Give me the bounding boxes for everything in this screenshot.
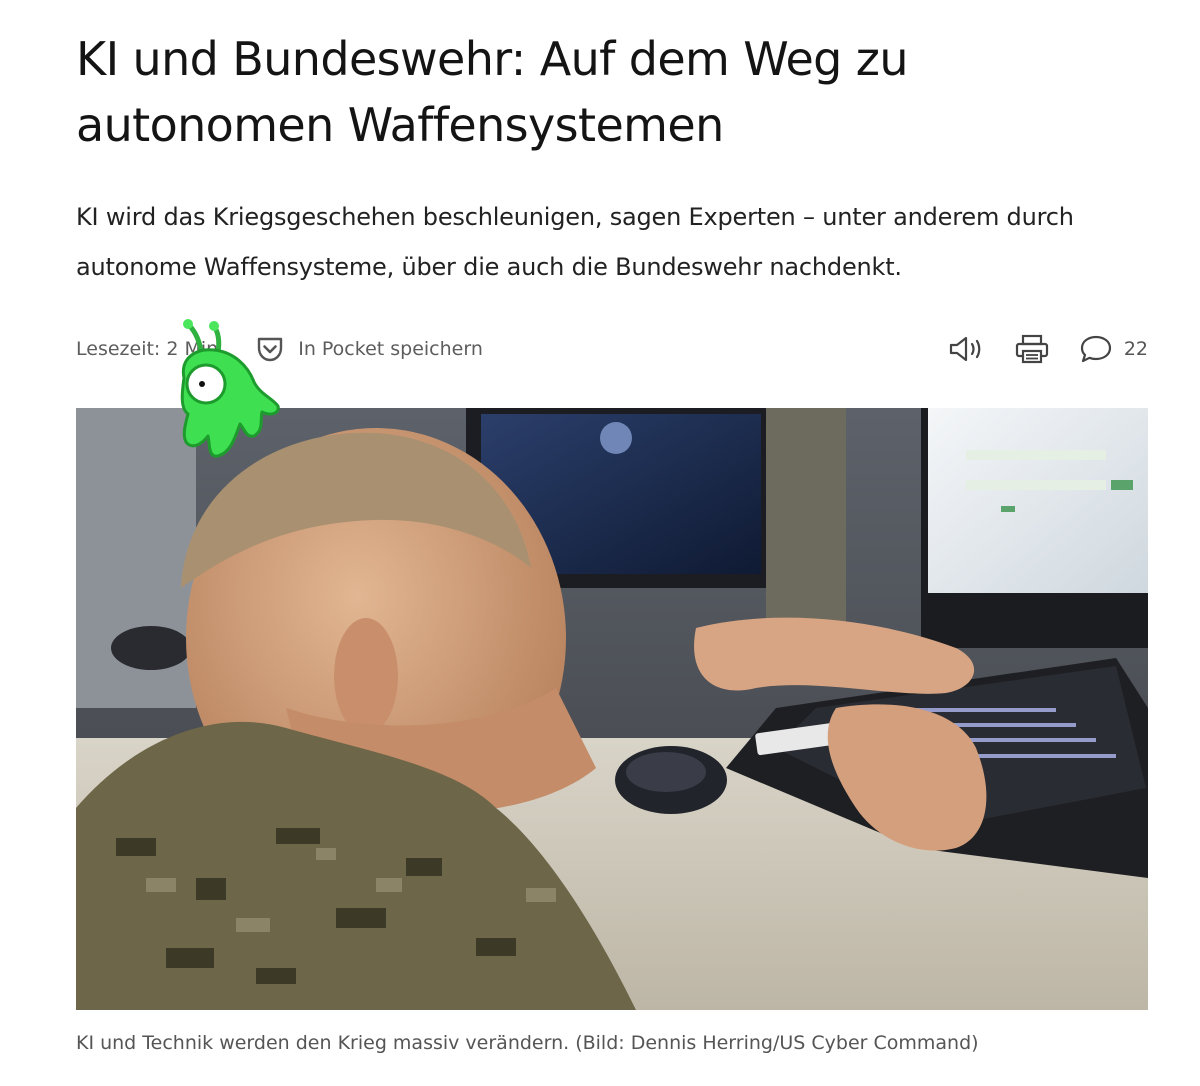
- hero-photo-illustration: [76, 408, 1148, 1010]
- hero-image: [76, 408, 1148, 1010]
- article-lead: KI wird das Kriegsgeschehen beschleunige…: [76, 203, 1074, 281]
- comment-count: 22: [1123, 338, 1148, 360]
- read-time-label: Lesezeit:: [76, 338, 161, 360]
- comments-button[interactable]: 22: [1078, 333, 1148, 365]
- article-tools: 22: [920, 333, 1148, 365]
- pocket-save-label: In Pocket speichern: [298, 338, 483, 360]
- green-alien-mascot-icon: [180, 319, 280, 458]
- article-title: KI und Bundeswehr: Auf dem Weg zu autono…: [76, 32, 909, 152]
- speech-bubble-icon: [1080, 335, 1111, 363]
- speaker-icon: [949, 336, 981, 362]
- image-caption: KI und Technik werden den Krieg massiv v…: [76, 1032, 979, 1054]
- pocket-save-button[interactable]: In Pocket speichern: [254, 333, 483, 365]
- print-button[interactable]: [1014, 333, 1050, 365]
- printer-icon: [1015, 334, 1048, 364]
- audio-button[interactable]: [948, 334, 986, 364]
